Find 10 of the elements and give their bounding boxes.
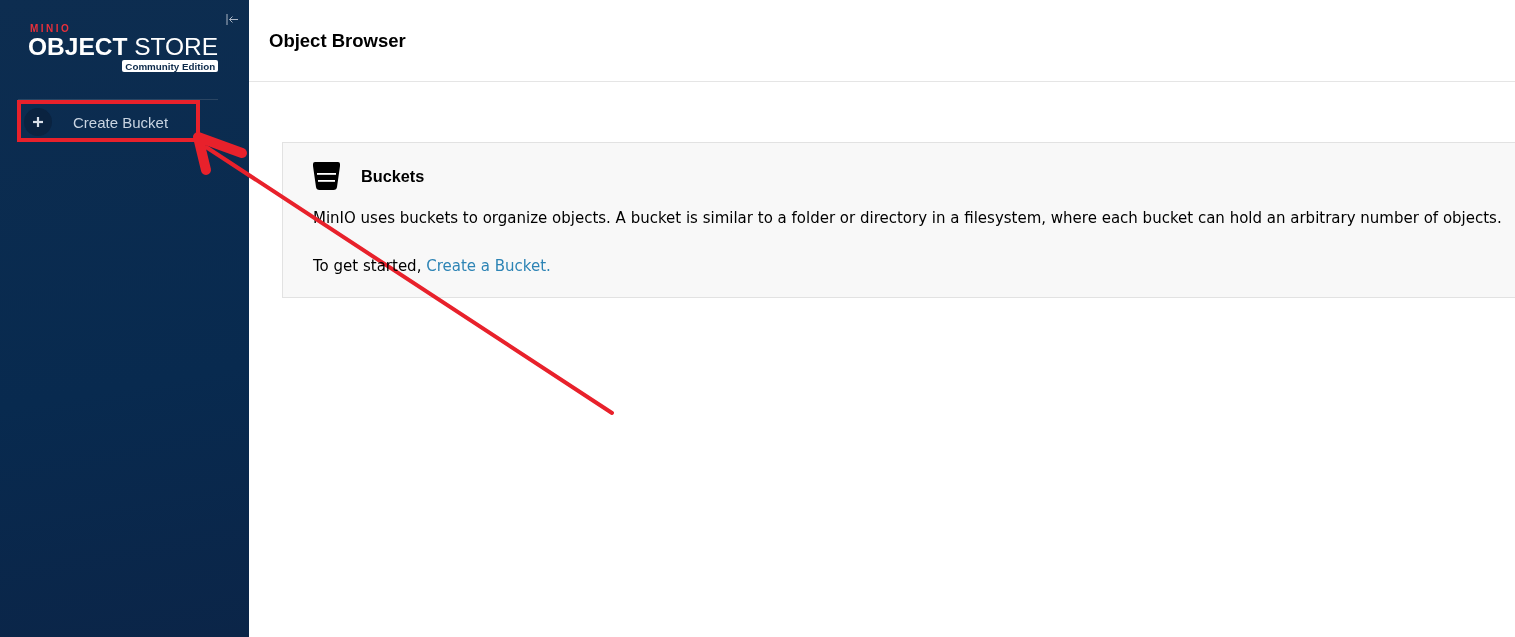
page-title: Object Browser <box>269 29 406 52</box>
product-title: OBJECT STORE <box>28 34 219 59</box>
plus-icon <box>24 108 52 136</box>
sidebar-item[interactable]: Create Bucket <box>18 103 218 141</box>
collapse-sidebar-icon[interactable] <box>226 14 238 25</box>
brand-name: MINIO <box>30 24 72 34</box>
create-bucket-link[interactable]: Create a Bucket. <box>426 257 551 275</box>
card-title: Buckets <box>361 166 425 186</box>
edition-badge: Community Edition <box>122 60 219 72</box>
bucket-icon <box>313 162 340 190</box>
